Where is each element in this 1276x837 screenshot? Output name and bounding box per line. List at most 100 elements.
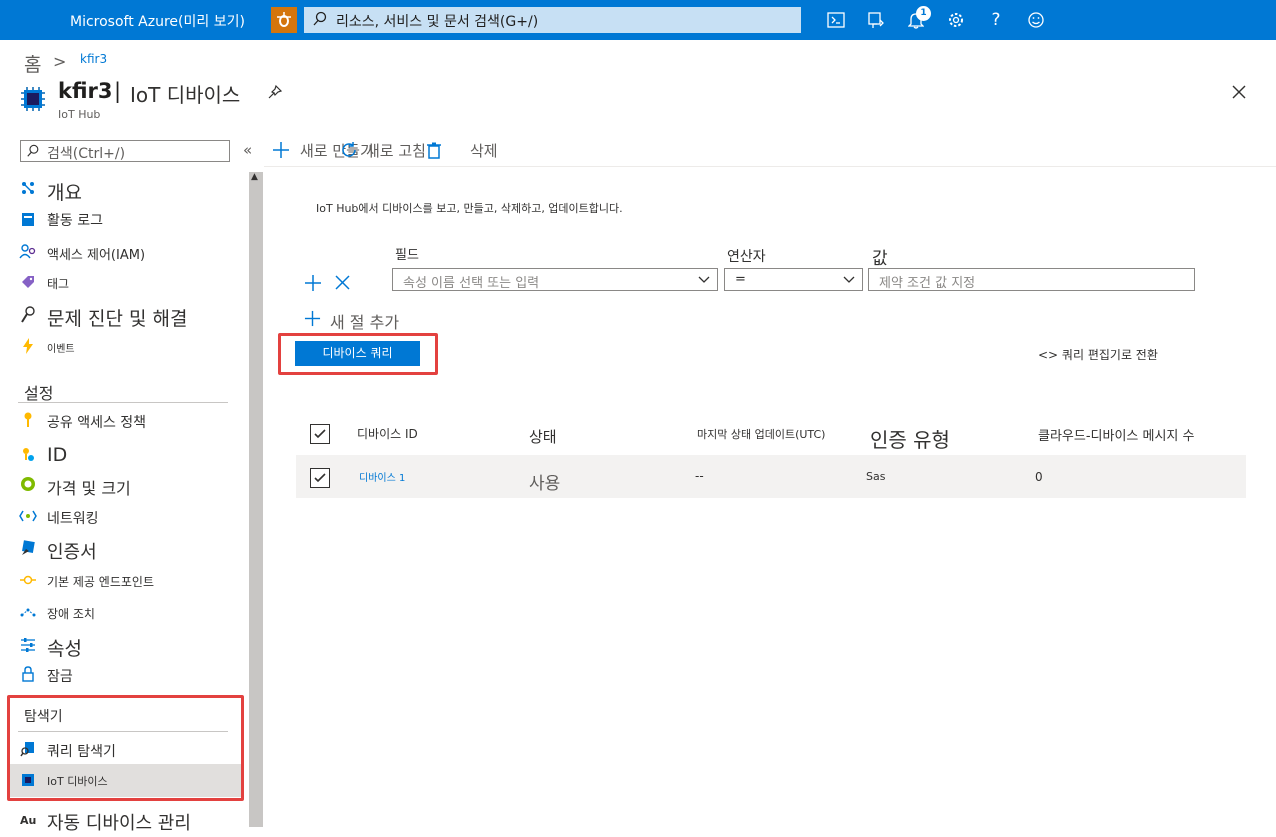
switch-to-query-editor-link[interactable]: <> 쿼리 편집기로 전환 bbox=[1038, 346, 1158, 363]
search-placeholder: 리소스, 서비스 및 문서 검색(G+/) bbox=[336, 14, 539, 30]
command-bar-divider bbox=[264, 166, 1276, 167]
column-header-device-id[interactable]: 디바이스 ID bbox=[357, 425, 418, 442]
nav-item-label: 공유 액세스 정책 bbox=[47, 415, 147, 431]
value-input[interactable]: 제약 조건 값 지정 bbox=[868, 268, 1195, 291]
settings-icon[interactable] bbox=[946, 10, 966, 30]
refresh-button[interactable]: 새로 고침 bbox=[366, 140, 426, 161]
wrench-icon bbox=[19, 306, 37, 324]
key-icon bbox=[19, 411, 37, 429]
nav-item-label: 네트워킹 bbox=[47, 511, 99, 527]
breadcrumb-current[interactable]: kfir3 bbox=[80, 52, 107, 66]
lightning-icon bbox=[19, 337, 37, 355]
nav-item-label: ID bbox=[47, 444, 68, 466]
new-device-button[interactable]: 새로 만들기 bbox=[300, 140, 374, 161]
nav-item-activity-log[interactable]: 활동 로그 bbox=[0, 207, 243, 235]
checkmark-icon bbox=[314, 473, 326, 483]
checkmark-icon bbox=[314, 429, 326, 439]
nav-item-label: 속성 bbox=[47, 638, 82, 660]
column-header-last-status-update[interactable]: 마지막 상태 업데이트(UTC) bbox=[697, 426, 825, 442]
operator-select-value: = bbox=[735, 272, 746, 287]
certificate-icon bbox=[19, 539, 37, 557]
field-select[interactable]: 속성 이름 선택 또는 입력 bbox=[392, 268, 718, 291]
breadcrumb-separator: > bbox=[53, 52, 67, 71]
collapse-nav-button[interactable]: « bbox=[243, 141, 252, 159]
nav-item-label: 태그 bbox=[47, 277, 70, 291]
device-message-count: 0 bbox=[1035, 470, 1043, 484]
nav-item-shared-access-policies[interactable]: 공유 액세스 정책 bbox=[0, 408, 243, 436]
bug-icon[interactable] bbox=[271, 7, 297, 33]
scroll-up-arrow-icon[interactable]: ▲ bbox=[251, 172, 258, 182]
plus-icon bbox=[272, 141, 290, 163]
nav-item-label: 장애 조치 bbox=[47, 607, 95, 621]
nav-scrollbar[interactable] bbox=[249, 172, 263, 827]
device-status: 사용 bbox=[529, 474, 561, 494]
nav-item-failover[interactable]: 장애 조치 bbox=[0, 600, 243, 628]
highlight-annotation-explorers bbox=[7, 695, 244, 801]
cloud-shell-icon[interactable] bbox=[826, 10, 846, 30]
networking-icon bbox=[19, 507, 37, 525]
activity-log-icon bbox=[19, 210, 37, 228]
notification-count-badge: 1 bbox=[916, 6, 931, 21]
device-id-link[interactable]: 디바이스 1 bbox=[359, 469, 405, 484]
search-icon bbox=[313, 11, 327, 26]
column-header-c2d-messages[interactable]: 클라우드-디바이스 메시지 수 bbox=[1038, 425, 1194, 444]
operator-select[interactable]: = bbox=[724, 268, 863, 291]
page-description: IoT Hub에서 디바이스를 보고, 만들고, 삭제하고, 업데이트합니다. bbox=[316, 202, 623, 215]
nav-item-tags[interactable]: 태그 bbox=[0, 271, 243, 299]
nav-item-label: 문제 진단 및 해결 bbox=[47, 308, 188, 330]
add-clause-plus-icon[interactable] bbox=[304, 274, 322, 296]
column-header-status[interactable]: 상태 bbox=[529, 426, 557, 447]
directory-filter-icon[interactable] bbox=[866, 10, 886, 30]
nav-item-built-in-endpoints[interactable]: 기본 제공 엔드포인트 bbox=[0, 568, 243, 596]
nav-search-input[interactable]: 검색(Ctrl+/) bbox=[20, 140, 230, 162]
add-new-clause-button[interactable]: 새 절 추가 bbox=[330, 309, 399, 333]
chevron-down-icon bbox=[698, 276, 710, 283]
iot-hub-icon bbox=[20, 86, 46, 116]
nav-item-events[interactable]: 이벤트 bbox=[0, 335, 243, 363]
nav-item-label: 개요 bbox=[47, 182, 82, 204]
nav-item-automatic-device-management[interactable]: Au 자동 디바이스 관리 bbox=[0, 809, 243, 837]
properties-icon bbox=[19, 636, 37, 654]
nav-item-iam[interactable]: 액세스 제어(IAM) bbox=[0, 240, 243, 268]
help-icon[interactable]: ? bbox=[986, 10, 1006, 30]
nav-item-label: 가격 및 크기 bbox=[47, 479, 131, 498]
failover-icon bbox=[19, 603, 37, 621]
chevron-down-icon bbox=[843, 276, 855, 283]
pin-icon[interactable] bbox=[267, 84, 283, 104]
column-header-auth-type[interactable]: 인증 유형 bbox=[870, 424, 950, 453]
nav-search-placeholder: 검색(Ctrl+/) bbox=[47, 146, 126, 162]
device-auth-type: Sas bbox=[866, 470, 886, 483]
nav-item-pricing[interactable]: 가격 및 크기 bbox=[0, 472, 243, 500]
breadcrumb-home[interactable]: 홈 bbox=[24, 50, 41, 77]
nav-item-label: 이벤트 bbox=[47, 344, 75, 355]
nav-item-properties[interactable]: 속성 bbox=[0, 633, 243, 661]
identity-icon bbox=[19, 446, 37, 464]
nav-item-label: 자동 디바이스 관리 bbox=[47, 813, 191, 834]
table-row[interactable] bbox=[296, 455, 1246, 498]
nav-item-locks[interactable]: 잠금 bbox=[0, 662, 243, 690]
field-label: 필드 bbox=[395, 248, 419, 263]
field-select-placeholder: 속성 이름 선택 또는 입력 bbox=[403, 276, 540, 291]
portal-brand[interactable]: Microsoft Azure(미리 보기) bbox=[70, 11, 245, 31]
highlight-annotation-query-button bbox=[278, 333, 438, 375]
feedback-icon[interactable] bbox=[1026, 10, 1046, 30]
search-icon bbox=[27, 144, 39, 157]
page-title: IoT 디바이스 bbox=[130, 83, 241, 107]
nav-item-overview[interactable]: 개요 bbox=[0, 177, 243, 205]
close-icon[interactable] bbox=[1231, 84, 1247, 104]
device-last-update: -- bbox=[695, 469, 704, 483]
delete-button[interactable]: 삭제 bbox=[470, 140, 498, 161]
remove-clause-close-icon[interactable] bbox=[335, 275, 350, 294]
row-checkbox[interactable] bbox=[310, 468, 330, 488]
overview-icon bbox=[19, 179, 37, 197]
tag-icon bbox=[19, 273, 37, 291]
iam-icon bbox=[19, 242, 37, 260]
nav-item-certificates[interactable]: 인증서 bbox=[0, 536, 243, 564]
settings-section-header: 설정 bbox=[24, 384, 54, 403]
select-all-checkbox[interactable] bbox=[310, 424, 330, 444]
nav-item-networking[interactable]: 네트워킹 bbox=[0, 504, 243, 532]
global-search-input[interactable]: 리소스, 서비스 및 문서 검색(G+/) bbox=[304, 7, 801, 33]
operator-label: 연산자 bbox=[727, 249, 766, 265]
nav-item-identity[interactable]: ID bbox=[0, 443, 243, 471]
nav-item-diagnose[interactable]: 문제 진단 및 해결 bbox=[0, 303, 243, 331]
